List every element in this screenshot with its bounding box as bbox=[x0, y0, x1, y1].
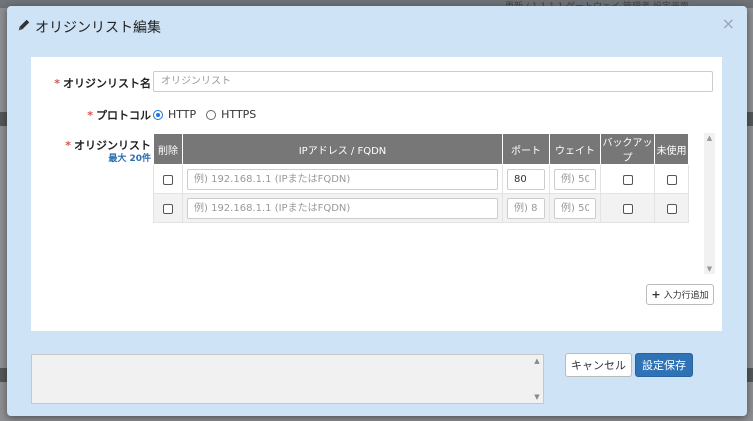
scroll-down-arrow-icon[interactable]: ▼ bbox=[533, 393, 541, 401]
dialog-header: オリジンリスト編集 × bbox=[7, 6, 747, 46]
protocol-label: * プロトコル bbox=[87, 109, 151, 122]
header-backup: バックアップ bbox=[600, 133, 655, 165]
origin-list-name-label: * オリジンリスト名 bbox=[54, 77, 151, 90]
pencil-icon bbox=[18, 19, 30, 31]
header-weight: ウェイト bbox=[549, 133, 601, 165]
origin-table: 削除 IPアドレス / FQDN ポート ウェイト バックアップ 未使用 bbox=[153, 133, 689, 223]
port-input[interactable] bbox=[507, 197, 545, 219]
backup-checkbox[interactable] bbox=[622, 203, 633, 214]
port-input[interactable] bbox=[507, 168, 545, 190]
origin-list-name-input[interactable] bbox=[153, 71, 713, 92]
required-mark: * bbox=[87, 109, 93, 122]
origin-table-header: 削除 IPアドレス / FQDN ポート ウェイト バックアップ 未使用 bbox=[153, 133, 689, 165]
weight-input[interactable] bbox=[554, 197, 596, 219]
table-scrollbar[interactable]: ▲ ▼ bbox=[704, 133, 715, 274]
plus-icon: + bbox=[651, 288, 661, 301]
table-row bbox=[153, 193, 689, 223]
unused-checkbox[interactable] bbox=[666, 203, 677, 214]
close-icon[interactable]: × bbox=[722, 14, 735, 33]
weight-input[interactable] bbox=[554, 168, 596, 190]
address-input[interactable] bbox=[187, 197, 498, 219]
scroll-down-arrow-icon[interactable]: ▼ bbox=[704, 265, 715, 273]
required-mark: * bbox=[54, 77, 60, 90]
address-input[interactable] bbox=[187, 168, 498, 190]
add-row-label: 入力行追加 bbox=[663, 291, 709, 301]
protocol-http-radio[interactable] bbox=[153, 109, 163, 120]
form-panel: *オリジンリスト名 *プロトコル HTTP HTTPS *オリジンリスト 最大 … bbox=[31, 57, 722, 331]
save-settings-button[interactable]: 設定保存 bbox=[635, 353, 693, 377]
add-row-button[interactable]: + 入力行追加 bbox=[646, 284, 714, 305]
unused-checkbox[interactable] bbox=[666, 174, 677, 185]
origin-list-max-note: 最大 20件 bbox=[108, 154, 151, 164]
header-unused: 未使用 bbox=[654, 133, 689, 165]
header-port: ポート bbox=[502, 133, 550, 165]
cancel-button[interactable]: キャンセル bbox=[565, 353, 632, 377]
protocol-http-label[interactable]: HTTP bbox=[168, 108, 196, 121]
table-row bbox=[153, 164, 689, 194]
header-address: IPアドレス / FQDN bbox=[182, 133, 503, 165]
protocol-radio-group: HTTP HTTPS bbox=[153, 108, 266, 121]
delete-checkbox[interactable] bbox=[163, 174, 173, 185]
delete-checkbox[interactable] bbox=[163, 203, 173, 214]
protocol-https-label[interactable]: HTTPS bbox=[221, 108, 256, 121]
message-area[interactable]: ▲ ▼ bbox=[31, 354, 544, 404]
scroll-up-arrow-icon[interactable]: ▲ bbox=[533, 357, 541, 365]
protocol-https-radio[interactable] bbox=[206, 109, 217, 120]
header-delete: 削除 bbox=[153, 133, 183, 165]
dialog-title: オリジンリスト編集 bbox=[35, 20, 161, 36]
backup-checkbox[interactable] bbox=[622, 174, 633, 185]
scroll-up-arrow-icon[interactable]: ▲ bbox=[704, 134, 715, 142]
edit-origin-list-dialog: オリジンリスト編集 × *オリジンリスト名 *プロトコル HTTP HTTPS … bbox=[7, 6, 747, 416]
